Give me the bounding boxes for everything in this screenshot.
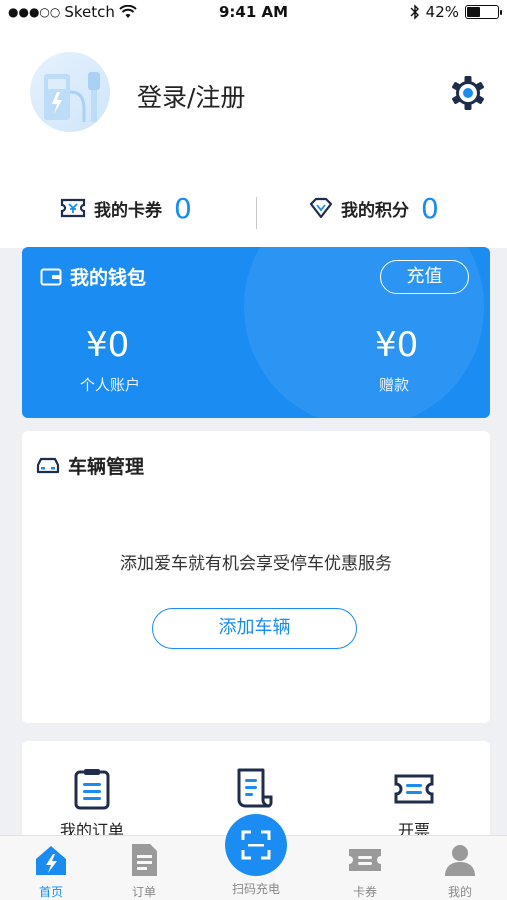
coupons-label: 我的卡券 xyxy=(94,200,162,221)
user-icon xyxy=(445,845,475,876)
orders-icon xyxy=(132,844,157,876)
points-label: 我的积分 xyxy=(341,200,409,221)
login-register-link[interactable]: 登录/注册 xyxy=(137,78,245,114)
charger-icon xyxy=(44,72,100,122)
settings-button[interactable] xyxy=(449,74,487,112)
bluetooth-icon xyxy=(410,4,419,20)
my-orders-shortcut[interactable]: 我的订单 xyxy=(37,767,147,841)
document-shortcut[interactable] xyxy=(199,767,309,811)
tab-home-label: 首页 xyxy=(38,885,63,899)
scan-icon xyxy=(241,830,271,860)
status-bar: ●●●○○ Sketch 9:41 AM 42% xyxy=(0,0,507,24)
my-coupons-stat[interactable]: 我的卡券 0 xyxy=(60,188,192,228)
stat-divider xyxy=(256,197,257,229)
diamond-icon xyxy=(309,197,333,219)
personal-account-label: 个人账户 xyxy=(80,376,141,394)
vehicle-title: 车辆管理 xyxy=(68,456,145,478)
gear-icon xyxy=(452,76,484,110)
battery-icon xyxy=(465,5,502,19)
tab-mine[interactable]: 我的 xyxy=(420,842,500,900)
wallet-title: 我的钱包 xyxy=(70,267,147,289)
invoice-ticket-icon xyxy=(394,774,434,804)
recharge-button[interactable]: 充值 xyxy=(380,260,469,294)
add-vehicle-button[interactable]: 添加车辆 xyxy=(152,608,357,649)
tab-cards[interactable]: 卡券 xyxy=(325,842,405,900)
vehicle-management-card: 车辆管理 添加爱车就有机会享受停车优惠服务 添加车辆 xyxy=(22,431,490,723)
clipboard-icon xyxy=(74,769,110,810)
ticket-icon xyxy=(60,198,86,218)
tab-orders-label: 订单 xyxy=(131,885,156,899)
scan-charge-label: 扫码充电 xyxy=(231,882,280,896)
cards-icon xyxy=(349,849,381,871)
points-count: 0 xyxy=(421,191,439,225)
my-points-stat[interactable]: 我的积分 0 xyxy=(309,188,439,228)
gift-label: 赠款 xyxy=(379,376,410,394)
gift-amount: ¥0 xyxy=(375,325,419,365)
tab-cards-label: 卡券 xyxy=(352,885,377,899)
coupons-count: 0 xyxy=(174,191,192,225)
tab-orders[interactable]: 订单 xyxy=(104,842,184,900)
car-icon xyxy=(36,457,60,473)
home-icon xyxy=(36,846,66,875)
wallet-icon xyxy=(40,268,62,285)
avatar[interactable] xyxy=(30,52,110,132)
tab-home[interactable]: 首页 xyxy=(11,842,91,900)
document-icon xyxy=(237,768,273,808)
battery-fill xyxy=(467,7,480,17)
personal-account-amount: ¥0 xyxy=(86,325,130,365)
scan-charge-button[interactable] xyxy=(225,814,287,876)
battery-percent: 42% xyxy=(425,3,459,21)
vehicle-description: 添加爱车就有机会享受停车优惠服务 xyxy=(120,554,392,574)
invoice-shortcut[interactable]: 开票 xyxy=(359,767,469,841)
wallet-card: 我的钱包 充值 ¥0 个人账户 ¥0 赠款 xyxy=(22,247,490,418)
tab-mine-label: 我的 xyxy=(447,885,472,899)
